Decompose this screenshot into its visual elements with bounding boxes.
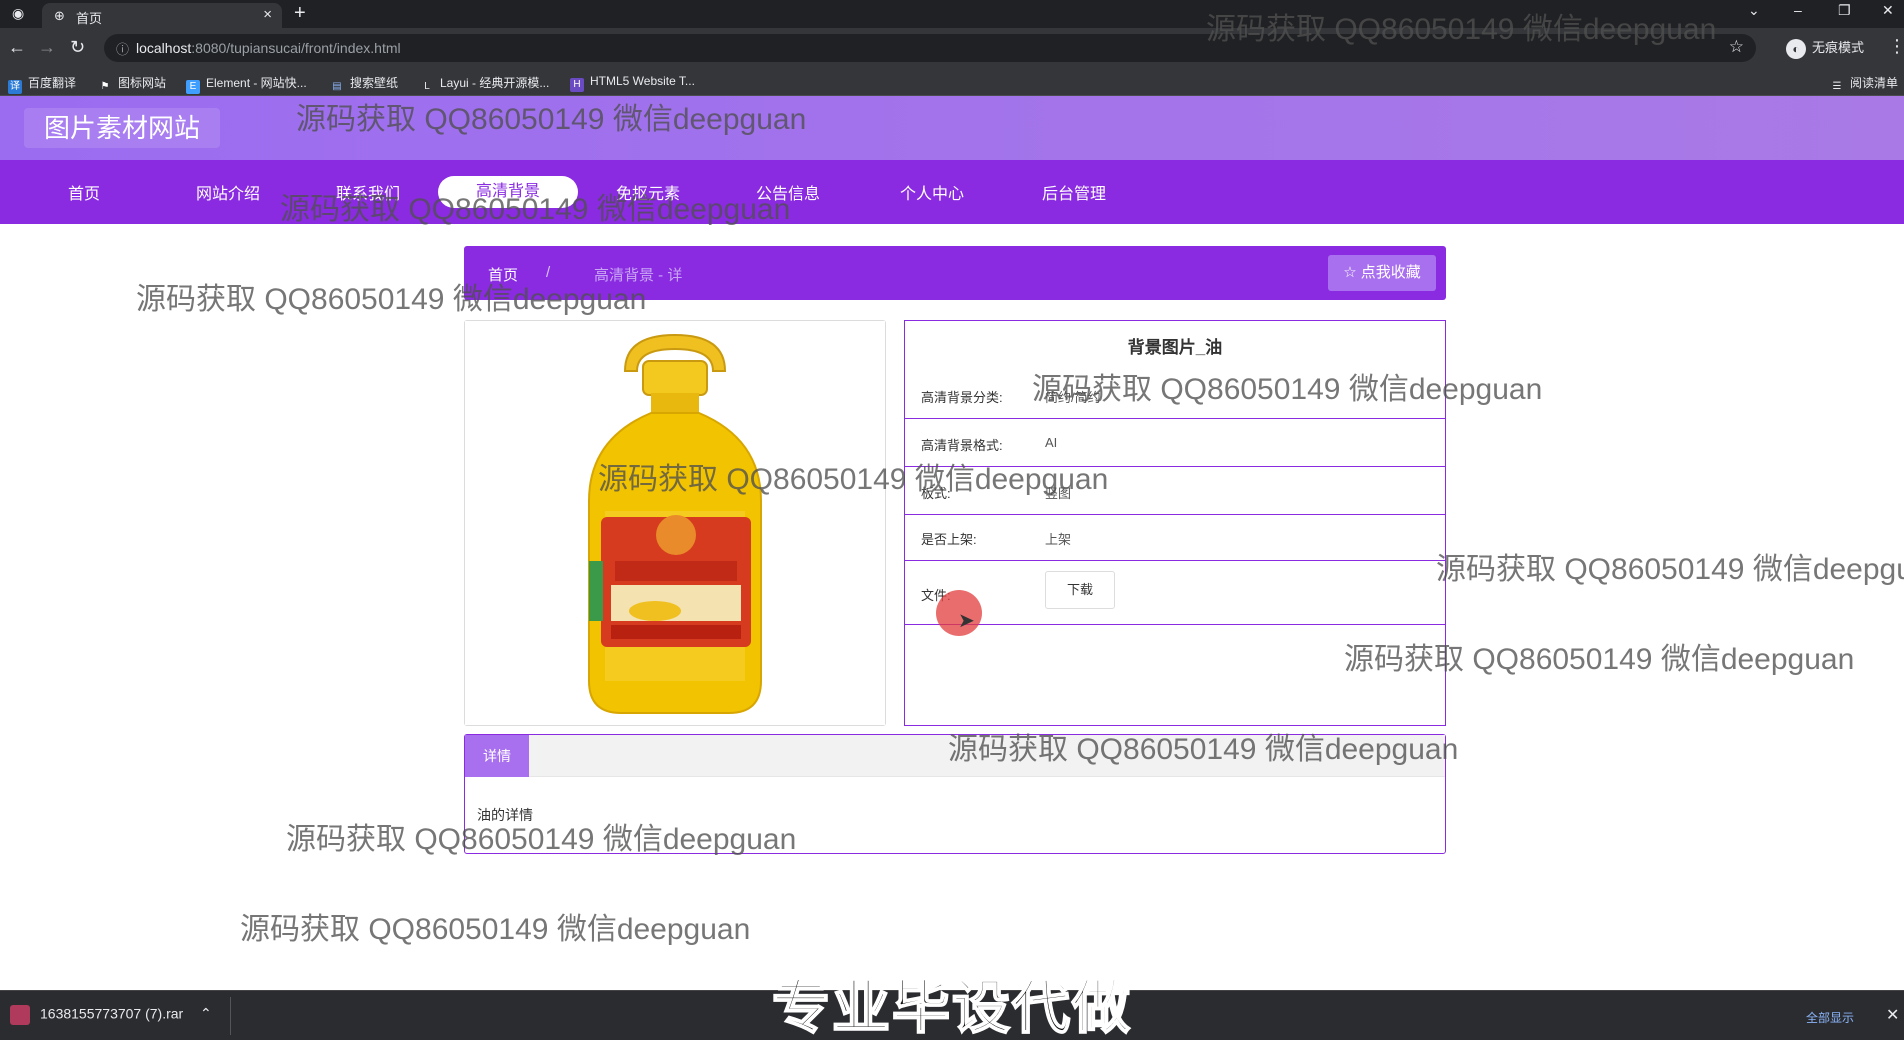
bookmark-item[interactable]: ⚑ 图标网站 [98, 74, 167, 94]
reading-list[interactable]: ☰ 阅读清单 [1830, 74, 1899, 94]
info-row: 高清背景分类: 简约/简约 [905, 321, 1445, 419]
minimize-icon[interactable]: – [1794, 2, 1802, 18]
menu-icon[interactable]: ⋮ [1888, 36, 1904, 57]
flag-icon: ⚑ [100, 81, 110, 92]
product-image [464, 320, 886, 726]
chrome-icon[interactable]: ◉ [12, 5, 30, 23]
incognito-indicator[interactable]: ◐ 无痕模式 [1786, 37, 1864, 59]
oil-bottle-image [465, 321, 885, 725]
forward-icon[interactable]: → [38, 37, 56, 58]
nav-admin[interactable]: 后台管理 [1014, 180, 1134, 204]
bookmarks-bar: 译百度翻译 ⚑ 图标网站 E Element - 网站快... ▤ 搜索壁纸 L Lay… [0, 68, 1904, 96]
favorite-button[interactable]: ☆ 点我收藏 [1328, 255, 1436, 291]
watermark: 源码获取 QQ86050149 微信deepguan [1436, 553, 1904, 586]
watermark: 源码获取 QQ86050149 微信deepguan [240, 913, 751, 946]
bookmark-item[interactable]: 译百度翻译 [8, 74, 76, 94]
info-row: 文件: 下载 [905, 561, 1445, 625]
main-nav: 首页 网站介绍 联系我们 高清背景 免抠元素 公告信息 个人中心 后台管理 [0, 160, 1904, 224]
site-header: 图片素材网站 [0, 96, 1904, 160]
layui-icon: L [424, 81, 430, 92]
nav-hd-backgrounds[interactable]: 高清背景 [438, 176, 578, 208]
info-row: 板式: 竖图 [905, 467, 1445, 515]
address-bar[interactable]: ⓘ localhost:8080/tupiansucai/front/index… [104, 34, 1756, 62]
wallpaper-icon: ▤ [332, 81, 342, 92]
site-info-icon[interactable]: ⓘ [116, 39, 129, 58]
tab-details[interactable]: 详情 [465, 735, 529, 777]
close-window-icon[interactable]: ✕ [1882, 2, 1894, 19]
listed-value: 上架 [1045, 532, 1072, 547]
nav-contact[interactable]: 联系我们 [308, 180, 428, 204]
breadcrumb-home[interactable]: 首页 [488, 264, 518, 285]
browser-tab[interactable]: ⊕ 首页 × [42, 3, 282, 28]
back-icon[interactable]: ← [8, 37, 26, 58]
reload-icon[interactable]: ↻ [70, 37, 85, 58]
info-row: 高清背景格式: AI [905, 419, 1445, 467]
bookmark-star-icon[interactable]: ☆ [1729, 37, 1744, 57]
browser-tab-bar: ◉ ⊕ 首页 × + ⌄ – ❐ ✕ [0, 0, 1904, 28]
format-label: 高清背景格式: [921, 438, 1003, 453]
bookmark-item[interactable]: H HTML5 Website T... [570, 74, 695, 92]
tab-title: 首页 [76, 11, 103, 26]
layout-label: 板式: [921, 486, 951, 501]
category-label: 高清背景分类: [921, 390, 1003, 405]
element-icon: E [186, 80, 200, 94]
tab-search-icon[interactable]: ⌄ [1748, 2, 1760, 19]
site-logo[interactable]: 图片素材网站 [24, 108, 220, 148]
breadcrumb: 首页 / 高清背景 - 详 ☆ 点我收藏 [464, 246, 1446, 300]
nav-profile[interactable]: 个人中心 [872, 180, 992, 204]
bookmark-item[interactable]: E Element - 网站快... [186, 74, 307, 94]
breadcrumb-current: 高清背景 - 详 [594, 267, 683, 284]
breadcrumb-separator: / [546, 264, 551, 281]
info-row: 是否上架: 上架 [905, 515, 1445, 561]
html5-icon: H [570, 78, 584, 92]
download-button[interactable]: 下载 [1045, 571, 1115, 609]
layout-value: 竖图 [1045, 486, 1072, 501]
close-tab-icon[interactable]: × [263, 6, 272, 23]
globe-icon: ⊕ [54, 8, 65, 23]
nav-about[interactable]: 网站介绍 [168, 180, 288, 204]
reading-list-icon: ☰ [1832, 81, 1842, 92]
nav-cutout-elements[interactable]: 免抠元素 [588, 180, 708, 204]
cursor-icon: ➤ [958, 610, 975, 632]
detail-description: 油的详情 [477, 807, 533, 823]
nav-home[interactable]: 首页 [24, 180, 144, 204]
bookmark-item[interactable]: L Layui - 经典开源模... [420, 74, 549, 94]
info-table: 背景图片_油 高清背景分类: 简约/简约 高清背景格式: AI 板式: 竖图 是… [904, 320, 1446, 726]
browser-toolbar: ← → ↻ ⓘ localhost:8080/tupiansucai/front… [0, 28, 1904, 68]
detail-tab-header: 详情 [465, 735, 1445, 777]
format-value: AI [1045, 435, 1058, 450]
url-text[interactable]: localhost:8080/tupiansucai/front/index.h… [136, 40, 401, 56]
caption-overlay: 专业毕设代做 [771, 974, 1132, 1040]
incognito-icon: ◐ [1786, 38, 1806, 59]
translate-icon: 译 [8, 80, 22, 94]
new-tab-icon[interactable]: + [294, 2, 306, 25]
listed-label: 是否上架: [921, 532, 977, 547]
category-value: 简约/简约 [1045, 390, 1101, 405]
detail-panel: 详情 油的详情 [464, 734, 1446, 854]
nav-announcements[interactable]: 公告信息 [728, 180, 848, 204]
restore-icon[interactable]: ❐ [1838, 2, 1851, 19]
bookmark-item[interactable]: ▤ 搜索壁纸 [330, 74, 398, 94]
